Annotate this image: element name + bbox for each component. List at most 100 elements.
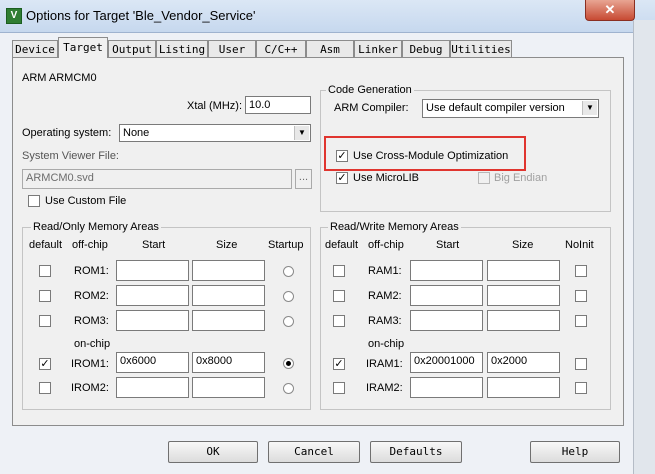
irom2-default-checkbox[interactable] [39,382,51,394]
device-name: ARM ARMCM0 [22,72,97,84]
defaults-button[interactable]: Defaults [370,441,462,463]
tab-linker[interactable]: Linker [354,40,402,57]
os-select[interactable]: None ▼ [119,124,311,142]
tab-output[interactable]: Output [108,40,156,57]
chevron-down-icon[interactable]: ▼ [294,126,309,140]
big-endian-checkbox [478,172,490,184]
rom2-start-input[interactable] [116,285,189,306]
ram2-label: RAM2: [368,290,402,302]
rom3-start-input[interactable] [116,310,189,331]
ro-header-default: default [29,239,63,251]
iram1-default-checkbox[interactable]: ✓ [333,358,345,370]
os-select-value: None [123,127,150,139]
window-title: Options for Target 'Ble_Vendor_Service' [26,8,256,23]
code-generation-legend: Code Generation [326,84,414,96]
iram2-start-input[interactable] [410,377,483,398]
irom1-default-checkbox[interactable]: ✓ [39,358,51,370]
microlib-label: Use MicroLIB [353,172,420,184]
ram2-noinit-checkbox[interactable] [575,290,587,302]
close-button[interactable]: ✕ [585,0,635,21]
ram3-label: RAM3: [368,315,402,327]
ro-memory-legend: Read/Only Memory Areas [31,221,161,233]
iram2-label: IRAM2: [366,382,403,394]
rom1-size-input[interactable] [192,260,265,281]
os-label: Operating system: [22,127,112,139]
iram2-noinit-checkbox[interactable] [575,382,587,394]
irom1-startup-radio[interactable] [283,358,294,369]
rom3-size-input[interactable] [192,310,265,331]
tab-user[interactable]: User [208,40,256,57]
irom2-size-input[interactable] [192,377,265,398]
rom1-start-input[interactable] [116,260,189,281]
ro-onchip-label: on-chip [74,338,111,350]
ram2-size-input[interactable] [487,285,560,306]
arm-compiler-label: ARM Compiler: [334,102,409,114]
rom2-default-checkbox[interactable] [39,290,51,302]
arm-compiler-select[interactable]: Use default compiler version ▼ [422,99,599,118]
ram1-start-input[interactable] [410,260,483,281]
use-custom-file-checkbox[interactable] [28,195,40,207]
irom1-size-input[interactable]: 0x8000 [192,352,265,373]
xtal-input[interactable]: 10.0 [245,96,311,114]
irom2-label: IROM2: [71,382,109,394]
tab-target[interactable]: Target [58,37,108,58]
ro-header-startup: Startup [268,239,304,251]
tab-asm[interactable]: Asm [306,40,354,57]
rom3-startup-radio[interactable] [283,316,294,327]
help-button[interactable]: Help [530,441,620,463]
irom1-start-input[interactable]: 0x6000 [116,352,189,373]
iram2-default-checkbox[interactable] [333,382,345,394]
rom3-default-checkbox[interactable] [39,315,51,327]
cancel-button[interactable]: Cancel [268,441,360,463]
ok-button[interactable]: OK [168,441,258,463]
rw-header-offchip: off-chip [368,239,404,251]
ram3-start-input[interactable] [410,310,483,331]
iram1-noinit-checkbox[interactable] [575,358,587,370]
rom1-default-checkbox[interactable] [39,265,51,277]
ram1-noinit-checkbox[interactable] [575,265,587,277]
microlib-checkbox[interactable]: ✓ [336,172,348,184]
ram1-default-checkbox[interactable] [333,265,345,277]
irom1-label: IROM1: [71,358,109,370]
browse-button: ... [295,169,312,189]
ram2-start-input[interactable] [410,285,483,306]
rw-memory-legend: Read/Write Memory Areas [328,221,461,233]
irom2-start-input[interactable] [116,377,189,398]
rw-header-noinit: NoInit [565,239,594,251]
cross-module-label: Use Cross-Module Optimization [353,150,509,162]
ram3-noinit-checkbox[interactable] [575,315,587,327]
tab-c-cpp[interactable]: C/C++ [256,40,306,57]
big-endian-label: Big Endian [494,172,548,184]
iram1-start-input[interactable]: 0x20001000 [410,352,483,373]
iram1-size-input[interactable]: 0x2000 [487,352,560,373]
tab-utilities[interactable]: Utilities [450,40,512,57]
ro-header-size: Size [216,239,238,251]
ram3-size-input[interactable] [487,310,560,331]
rom2-size-input[interactable] [192,285,265,306]
xtal-label: Xtal (MHz): [187,100,242,112]
ram2-default-checkbox[interactable] [333,290,345,302]
ram3-default-checkbox[interactable] [333,315,345,327]
tab-device[interactable]: Device [12,40,58,57]
svf-label: System Viewer File: [22,150,119,162]
rom1-label: ROM1: [74,265,109,277]
ro-header-start: Start [142,239,166,251]
rom1-startup-radio[interactable] [283,266,294,277]
ram1-size-input[interactable] [487,260,560,281]
ram1-label: RAM1: [368,265,402,277]
rom2-label: ROM2: [74,290,109,302]
rom3-label: ROM3: [74,315,109,327]
iram2-size-input[interactable] [487,377,560,398]
use-custom-file-label: Use Custom File [45,195,127,207]
rw-header-default: default [325,239,359,251]
rom2-startup-radio[interactable] [283,291,294,302]
chevron-down-icon[interactable]: ▼ [582,101,597,115]
tab-debug[interactable]: Debug [402,40,450,57]
app-icon: V [6,8,22,24]
arm-compiler-value: Use default compiler version [426,102,565,114]
tab-listing[interactable]: Listing [156,40,208,57]
rw-onchip-label: on-chip [368,338,405,350]
cross-module-checkbox[interactable]: ✓ [336,150,348,162]
irom2-startup-radio[interactable] [283,383,294,394]
background-window-edge [633,20,655,474]
